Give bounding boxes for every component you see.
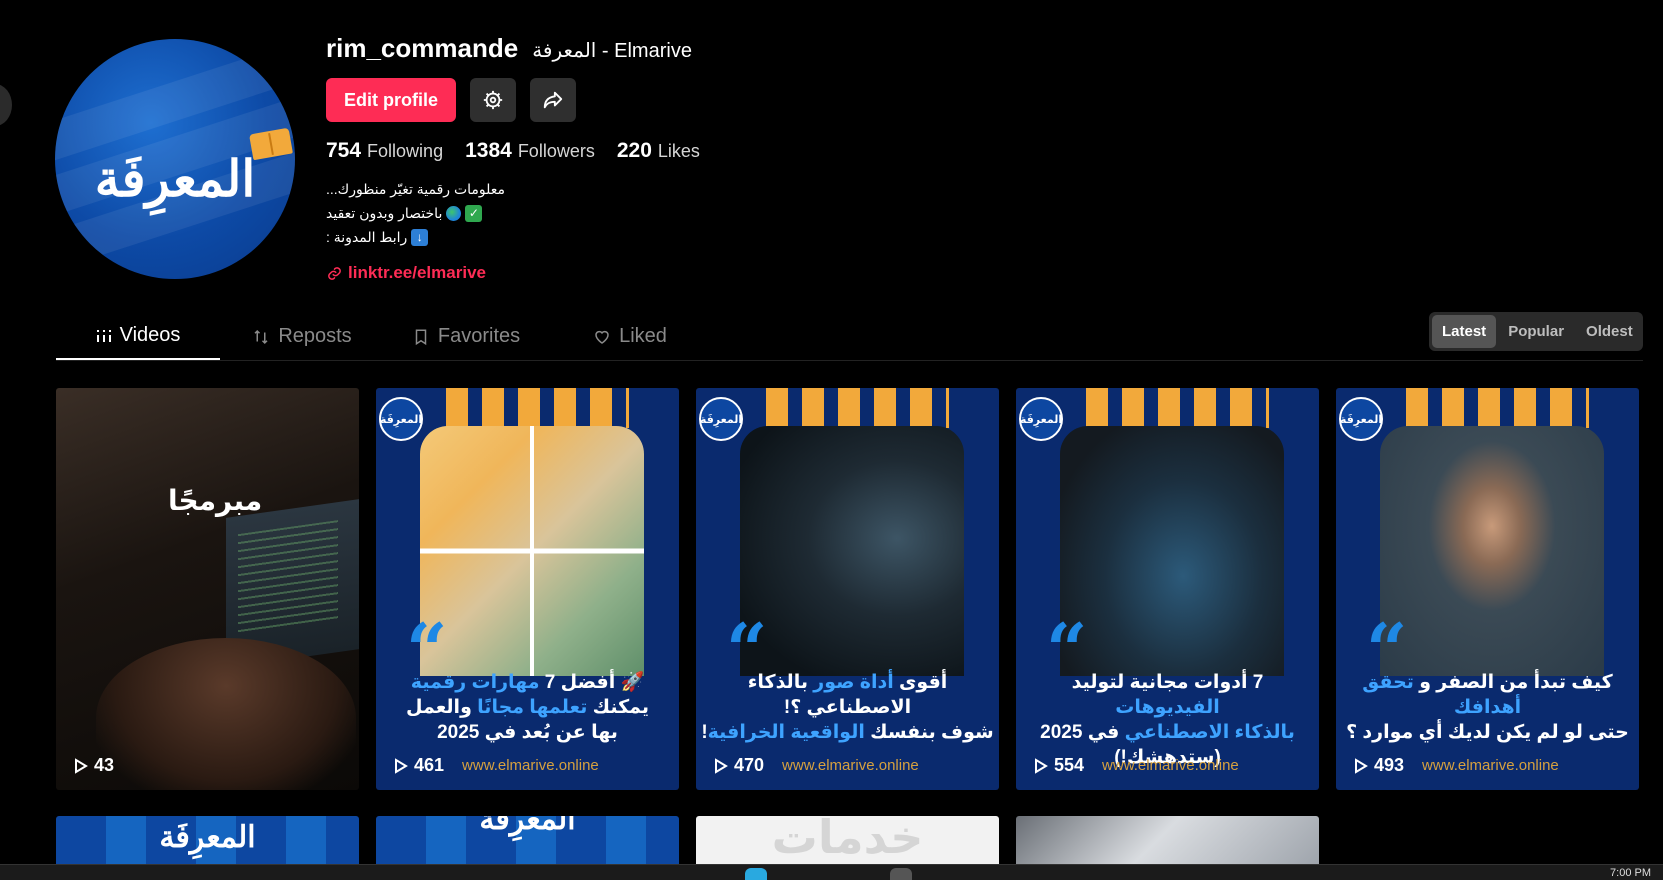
video-thumbnail-text: المعرِفَة xyxy=(159,820,256,855)
video-card[interactable]: المعرِفَة “ كيف تبدأ من الصفر و تحقق أهد… xyxy=(1336,388,1639,790)
thumbnail-photo xyxy=(1060,426,1284,676)
bio-line-1: ...معلومات رقمية تغيّر منظورك xyxy=(326,181,506,197)
clock: 7:00 PM xyxy=(1610,867,1651,879)
tabs-divider xyxy=(56,360,1643,361)
arrow-down-icon: ↓ xyxy=(411,228,429,246)
share-icon xyxy=(543,91,563,109)
brand-badge: المعرِفَة xyxy=(1339,397,1383,441)
nickname: المعرفة - Elmarive xyxy=(532,40,692,62)
video-card[interactable]: مبرمجًا 43 xyxy=(56,388,359,790)
bio: ...معلومات رقمية تغيّر منظورك باختصار وب… xyxy=(326,177,626,249)
decor-stripes xyxy=(766,388,949,428)
app-icon[interactable] xyxy=(890,868,912,880)
site-url: www.elmarive.online xyxy=(1102,757,1239,774)
video-card[interactable]: المعرِفَة “ 7 أدوات مجانية لتوليد الفيدي… xyxy=(1016,388,1319,790)
decor-stripes xyxy=(1086,388,1269,428)
tab-videos[interactable]: Videos xyxy=(56,313,220,360)
thumbnail-photo xyxy=(740,426,964,676)
video-overlay-text: مبرمجًا xyxy=(168,485,263,516)
play-icon xyxy=(1035,757,1048,774)
site-url: www.elmarive.online xyxy=(1422,757,1559,774)
bookmark-icon xyxy=(415,329,427,345)
thumbnail-illustration xyxy=(420,426,644,676)
profile-link[interactable]: linktr.ee/elmarive xyxy=(327,263,486,283)
view-count: 470 xyxy=(714,755,764,776)
tab-favorites[interactable]: Favorites xyxy=(384,313,548,360)
profile-header: rim_commande المعرفة - Elmarive xyxy=(326,33,692,64)
thumbnail-photo xyxy=(1380,426,1604,676)
os-taskbar: 7:00 PM xyxy=(0,864,1663,880)
sort-toggle: Latest Popular Oldest xyxy=(1429,312,1643,351)
hands-image xyxy=(96,638,356,790)
play-icon xyxy=(715,757,728,774)
view-count: 493 xyxy=(1354,755,1404,776)
followers-count[interactable]: 1384 Followers xyxy=(465,139,595,163)
site-url: www.elmarive.online xyxy=(782,757,919,774)
view-count: 43 xyxy=(74,755,114,776)
edit-profile-button[interactable]: Edit profile xyxy=(326,78,456,122)
settings-button[interactable] xyxy=(470,78,516,122)
video-thumbnail-text: خدمات xyxy=(771,816,924,864)
likes-count: 220 Likes xyxy=(616,139,700,162)
sort-latest[interactable]: Latest xyxy=(1432,315,1497,348)
avatar-logo-text: المعرِفَة xyxy=(94,149,256,208)
profile-actions: Edit profile xyxy=(326,78,576,122)
tab-liked[interactable]: Liked xyxy=(548,313,712,360)
gear-icon xyxy=(483,90,503,110)
brand-badge: المعرِفَة xyxy=(699,397,743,441)
play-icon xyxy=(75,757,88,774)
videos-grid-icon xyxy=(96,329,111,342)
video-title: كيف تبدأ من الصفر و تحقق أهدافك حتى لو ل… xyxy=(1346,672,1629,743)
view-count: 554 xyxy=(1034,755,1084,776)
brand-badge: المعرِفَة xyxy=(379,397,423,441)
share-button[interactable] xyxy=(530,78,576,122)
avatar: المعرِفَة xyxy=(55,39,295,279)
profile-link-text: linktr.ee/elmarive xyxy=(348,263,486,282)
brand-badge: المعرِفَة xyxy=(1019,397,1063,441)
play-icon xyxy=(395,757,408,774)
video-title: أقوى أداة صور بالذكاء الاصطناعي ؟! شوف ب… xyxy=(701,672,994,743)
decor-stripes xyxy=(446,388,629,428)
video-thumbnail-text: المعرِفَة xyxy=(479,816,576,837)
view-count: 461 xyxy=(394,755,444,776)
repost-icon xyxy=(254,329,268,344)
site-url: www.elmarive.online xyxy=(462,757,599,774)
profile-stats: 754 Following 1384 Followers 220 Likes xyxy=(326,139,700,163)
bio-line-3: : رابط المدونة xyxy=(326,229,408,245)
username: rim_commande xyxy=(326,33,519,63)
app-icon[interactable] xyxy=(745,868,767,880)
video-card[interactable]: المعرِفَة “ أقوى أداة صور بالذكاء الاصطن… xyxy=(696,388,999,790)
following-count[interactable]: 754 Following xyxy=(326,139,443,163)
heart-icon xyxy=(595,330,609,344)
video-title: 🚀 أفضل 7 مهارات رقمية يمكنك تعلمها مجانً… xyxy=(406,672,649,743)
video-card[interactable]: المعرِفَة “ 🚀 أفضل 7 مهارات رقمية يمكنك … xyxy=(376,388,679,790)
content-tabs: Videos Reposts Favorites Liked xyxy=(56,313,712,360)
globe-icon xyxy=(446,205,462,221)
bio-line-2: باختصار وبدون تعقيد xyxy=(326,205,443,221)
link-icon xyxy=(328,266,341,280)
decor-stripes xyxy=(1406,388,1589,428)
sort-oldest[interactable]: Oldest xyxy=(1576,315,1643,348)
sort-popular[interactable]: Popular xyxy=(1498,315,1574,348)
tab-reposts[interactable]: Reposts xyxy=(220,313,384,360)
play-icon xyxy=(1355,757,1368,774)
check-icon: ✓ xyxy=(465,204,483,222)
side-panel-handle[interactable] xyxy=(0,84,12,126)
